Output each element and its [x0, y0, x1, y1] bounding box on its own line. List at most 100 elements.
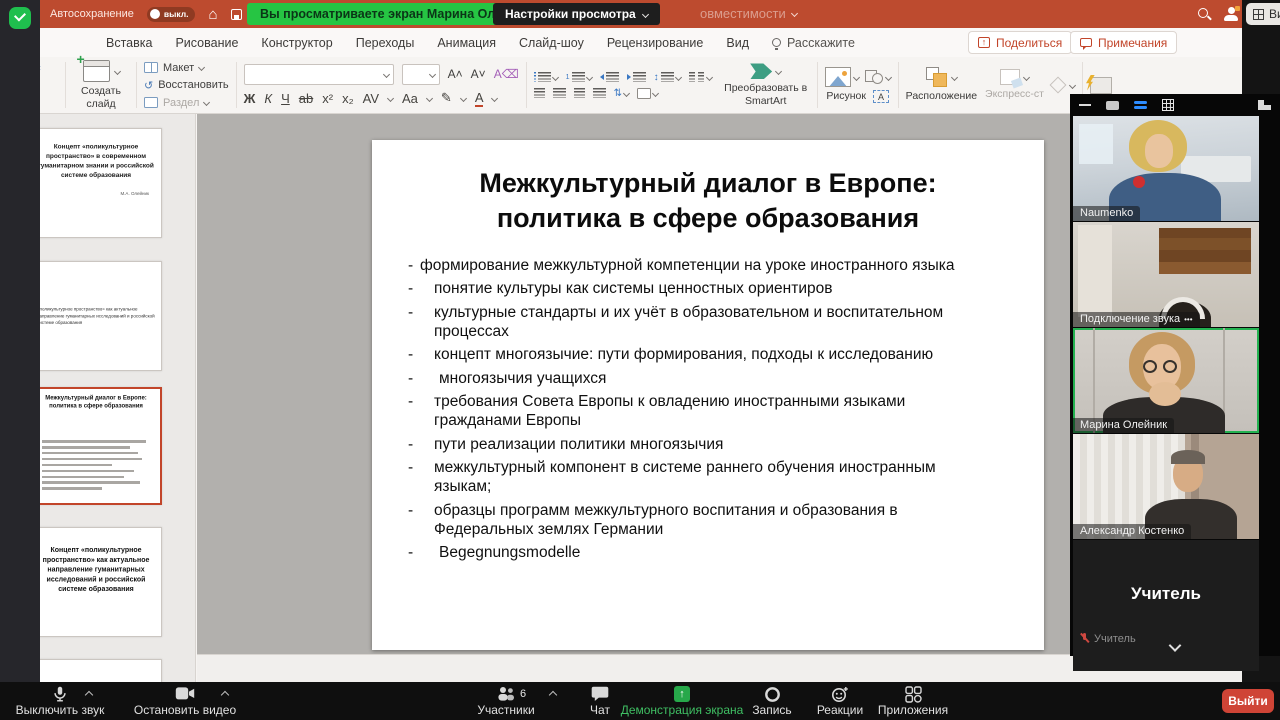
thumbnail-slide-1[interactable]: Концепт «поликультурное пространство» в … [40, 128, 162, 238]
align-left-button[interactable] [534, 88, 545, 98]
align-center-button[interactable] [553, 88, 566, 98]
section-button[interactable]: Раздел [144, 97, 229, 109]
mute-button[interactable]: Выключить звук [0, 682, 120, 720]
superscript-button[interactable]: x² [322, 91, 333, 106]
thumbnail-slide-2[interactable]: «поликультурное пространство» как актуал… [40, 261, 162, 371]
video-tile-connecting-audio[interactable]: Подключение звука••• [1073, 222, 1259, 327]
current-slide[interactable]: Межкультурный диалог в Европе: политика … [372, 140, 1044, 650]
bullet-item: -концепт многоязычие: пути формирования,… [408, 345, 1044, 365]
lines-icon [538, 72, 551, 82]
search-icon[interactable] [1198, 8, 1211, 21]
record-button[interactable]: Запись [742, 682, 802, 720]
leave-meeting-button[interactable]: Выйти [1222, 689, 1274, 713]
home-icon[interactable]: ⌂ [208, 7, 217, 22]
apps-button[interactable]: Приложения [877, 682, 949, 720]
char-spacing-button[interactable]: AV [363, 91, 379, 106]
scene-shape [1133, 176, 1145, 188]
columns-button[interactable] [689, 72, 712, 82]
tab-slideshow[interactable]: Слайд-шоу [519, 36, 584, 50]
share-screen-button[interactable]: ↑ Демонстрация экрана [612, 682, 752, 720]
video-tile-teacher[interactable]: Учитель Учитель [1073, 540, 1259, 671]
shield-check-icon[interactable] [9, 7, 31, 29]
smartart-button[interactable]: Преобразовать в SmartArt [722, 63, 810, 106]
underline-button[interactable]: Ч [281, 91, 290, 106]
clear-format-button[interactable]: A⌫ [494, 67, 519, 81]
layout-button[interactable]: Макет [144, 62, 229, 74]
bold-button[interactable]: Ж [244, 91, 256, 106]
view-settings-button[interactable]: Настройки просмотра [493, 3, 660, 25]
format-painter-icon[interactable]: ✎ [40, 96, 58, 109]
reactions-button[interactable]: Реакции [810, 682, 870, 720]
minimize-icon[interactable] [1079, 104, 1091, 106]
arrange-button[interactable]: Расположение [906, 67, 977, 102]
bullet-item: -Begegnungsmodelle [408, 543, 1044, 563]
grid-view-icon[interactable] [1162, 99, 1174, 111]
thumbnail-slide-4[interactable]: Концепт «поликультурное пространство» ка… [40, 527, 162, 637]
bullet-dash: - [408, 303, 434, 342]
subscript-button[interactable]: x₂ [342, 91, 354, 106]
cut-icon[interactable]: ✂ [40, 62, 58, 75]
popout-panel-icon[interactable] [1258, 100, 1271, 110]
bullet-item: -межкультурный компонент в системе ранне… [408, 458, 1044, 497]
designer-button[interactable] [1090, 77, 1112, 94]
grow-font-button[interactable]: A˄ [448, 67, 463, 81]
bullet-dash: - [408, 392, 434, 431]
align-justify-button[interactable] [593, 88, 606, 98]
participants-chevron-icon[interactable] [549, 691, 557, 699]
video-tile-marina-oleynik[interactable]: Марина Олейник [1073, 328, 1259, 433]
tell-me-button[interactable]: Расскажите [772, 36, 855, 50]
decrease-indent-button[interactable] [600, 72, 619, 82]
share-button[interactable]: ↑ Поделиться [968, 31, 1072, 54]
thumbnail-title: Концепт «поликультурное пространство» в … [40, 142, 156, 180]
video-options-chevron-icon[interactable] [221, 691, 229, 699]
shrink-font-button[interactable]: A˅ [471, 67, 486, 81]
smartart-label: Преобразовать в SmartArt [722, 82, 810, 106]
font-name-select[interactable] [244, 64, 394, 85]
thumbnail-slide-5[interactable] [40, 659, 162, 682]
lines-icon [661, 72, 674, 82]
comments-button[interactable]: Примечания [1070, 31, 1177, 54]
tab-transitions[interactable]: Переходы [356, 36, 415, 50]
text-direction-icon: ⇅ [614, 88, 622, 99]
new-slide-button[interactable]: + Создать слайд [73, 60, 129, 109]
align-right-button[interactable] [574, 88, 585, 98]
mic-options-chevron-icon[interactable] [85, 691, 93, 699]
bullets-button[interactable] [534, 72, 558, 82]
video-tile-alexander-kostenko[interactable]: Александр Костенко [1073, 434, 1259, 539]
increase-indent-button[interactable] [627, 72, 646, 82]
align-text-button[interactable] [637, 88, 658, 99]
save-icon[interactable] [231, 9, 242, 20]
thumbnail-slide-3-selected[interactable]: Межкультурный диалог в Европе: политика … [40, 387, 162, 505]
video-tile-naumenko[interactable]: Naumenko [1073, 116, 1259, 221]
zoom-view-button[interactable]: Вид [1246, 3, 1280, 25]
shape-fill-button[interactable] [1052, 79, 1075, 91]
insert-shape-button[interactable] [865, 70, 891, 84]
quick-styles-button[interactable]: Экспресс-ст [985, 69, 1044, 100]
gallery-view-icon[interactable] [1134, 101, 1147, 110]
reset-button[interactable]: ↺ Восстановить [144, 79, 229, 92]
tab-animations[interactable]: Анимация [437, 36, 496, 50]
tab-design[interactable]: Конструктор [261, 36, 332, 50]
highlight-pen-icon[interactable]: ✎ [441, 90, 452, 106]
copy-icon[interactable]: ⧉ [40, 79, 58, 92]
insert-picture-button[interactable] [825, 67, 859, 87]
numbering-button[interactable]: 1 [566, 72, 592, 82]
textbox-button[interactable]: A [873, 90, 889, 103]
bullet-item: -образцы программ межкультурного воспита… [408, 501, 1044, 540]
tab-insert[interactable]: Вставка [106, 36, 152, 50]
tab-view[interactable]: Вид [726, 36, 749, 50]
font-size-select[interactable] [402, 64, 440, 85]
autosave-toggle[interactable]: выкл. [147, 7, 196, 22]
stop-video-button[interactable]: Остановить видео [120, 682, 250, 720]
tab-draw[interactable]: Рисование [175, 36, 238, 50]
speaker-view-icon[interactable] [1106, 101, 1119, 110]
font-color-button[interactable]: A [475, 90, 484, 107]
tab-review[interactable]: Рецензирование [607, 36, 704, 50]
text-direction-button[interactable]: ⇅ [614, 88, 629, 99]
participants-button[interactable]: Участники 6 [456, 682, 556, 720]
scene-shape [1078, 225, 1112, 317]
change-case-button[interactable]: Aa [402, 91, 418, 106]
line-spacing-button[interactable]: ↕ [654, 72, 681, 83]
italic-button[interactable]: К [264, 91, 272, 106]
strikethrough-button[interactable]: ab [299, 91, 313, 106]
